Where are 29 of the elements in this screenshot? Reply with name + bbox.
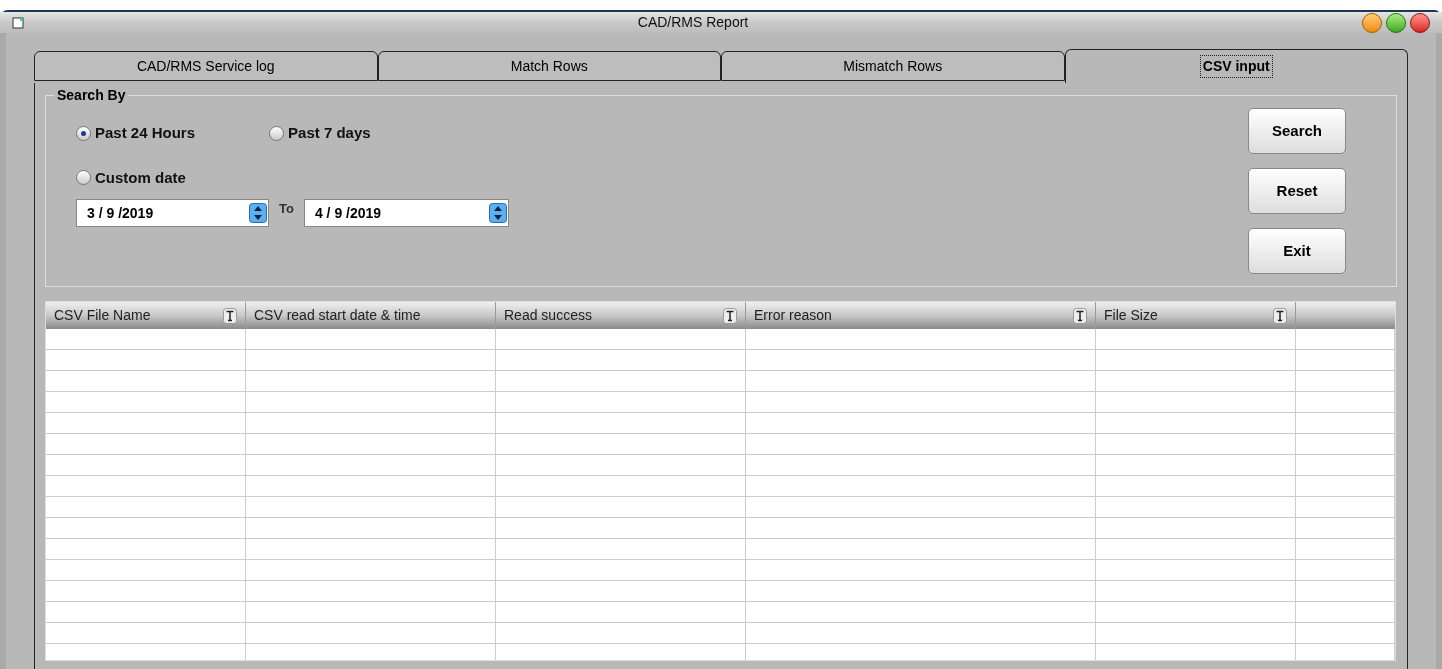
filter-icon[interactable] [1073,307,1087,324]
filter-icon[interactable] [1273,307,1287,324]
action-button[interactable]: Search [1248,108,1346,154]
date-field[interactable]: 4 / 9 /2019 [303,199,509,227]
column-header[interactable]: CSV read start date & time [246,302,496,329]
close-button[interactable] [1410,12,1430,33]
tab[interactable]: CSV input [1064,49,1408,83]
radio-option[interactable]: Custom date [76,166,1248,189]
tab[interactable]: CAD/RMS Service log [34,51,378,81]
date-field[interactable]: 3 / 9 /2019 [76,199,269,227]
maximize-button[interactable] [1386,12,1406,33]
to-label: To [279,200,294,218]
tab[interactable]: Mismatch Rows [721,51,1065,81]
tab[interactable]: Match Rows [377,51,721,81]
radio-option[interactable]: Past 24 Hours [76,122,196,145]
column-header[interactable]: File Size [1096,302,1296,329]
column-header[interactable]: Read success [496,302,746,329]
filter-icon[interactable] [723,307,737,324]
spinner-icon[interactable] [488,203,507,223]
app-icon [12,16,24,29]
column-header[interactable]: Error reason [746,302,1096,329]
filter-icon[interactable] [223,307,237,324]
action-button[interactable]: Reset [1248,168,1346,214]
column-header[interactable]: CSV File Name [46,302,246,329]
radio-option[interactable]: Past 7 days [269,122,371,145]
spinner-icon[interactable] [249,203,267,223]
minimize-button[interactable] [1362,12,1382,33]
action-button[interactable]: Exit [1248,228,1346,274]
window-title: CAD/RMS Report [637,13,749,32]
